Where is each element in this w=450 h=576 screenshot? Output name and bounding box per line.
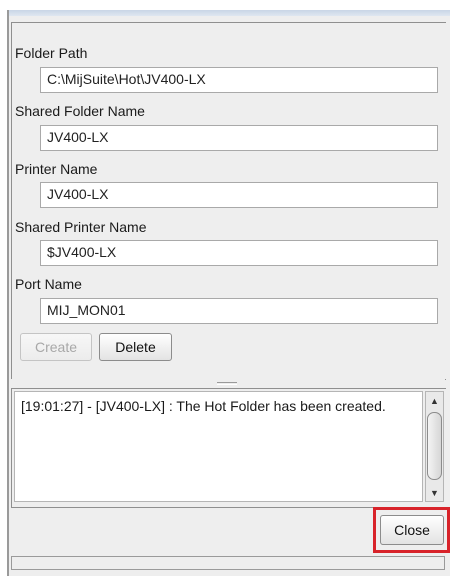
port-name-label: Port Name [15, 276, 82, 292]
title-strip [7, 10, 450, 16]
shared-folder-name-label: Shared Folder Name [15, 103, 145, 119]
splitter-grip-icon[interactable] [217, 382, 237, 385]
window-border [7, 10, 9, 576]
log-panel: [19:01:27] - [JV400-LX] : The Hot Folder… [11, 388, 446, 508]
delete-button[interactable]: Delete [99, 333, 172, 361]
hot-folder-form: Folder Path C:\MijSuite\Hot\JV400-LX Sha… [11, 22, 446, 380]
scroll-thumb[interactable] [427, 412, 442, 480]
log-text-area[interactable]: [19:01:27] - [JV400-LX] : The Hot Folder… [14, 391, 423, 502]
port-name-field[interactable]: MIJ_MON01 [40, 298, 438, 324]
status-bar [11, 556, 445, 570]
scroll-up-icon[interactable]: ▲ [428, 394, 441, 408]
close-button[interactable]: Close [380, 515, 444, 545]
shared-printer-name-label: Shared Printer Name [15, 219, 147, 235]
create-button[interactable]: Create [20, 333, 92, 361]
folder-path-field[interactable]: C:\MijSuite\Hot\JV400-LX [40, 67, 438, 93]
panel-splitter[interactable] [11, 379, 445, 388]
log-scrollbar[interactable]: ▲ ▼ [425, 391, 444, 502]
printer-name-field[interactable]: JV400-LX [40, 182, 438, 208]
shared-folder-name-field[interactable]: JV400-LX [40, 125, 438, 151]
scroll-down-icon[interactable]: ▼ [428, 486, 441, 500]
printer-name-label: Printer Name [15, 161, 98, 177]
shared-printer-name-field[interactable]: $JV400-LX [40, 240, 438, 266]
folder-path-label: Folder Path [15, 45, 88, 61]
